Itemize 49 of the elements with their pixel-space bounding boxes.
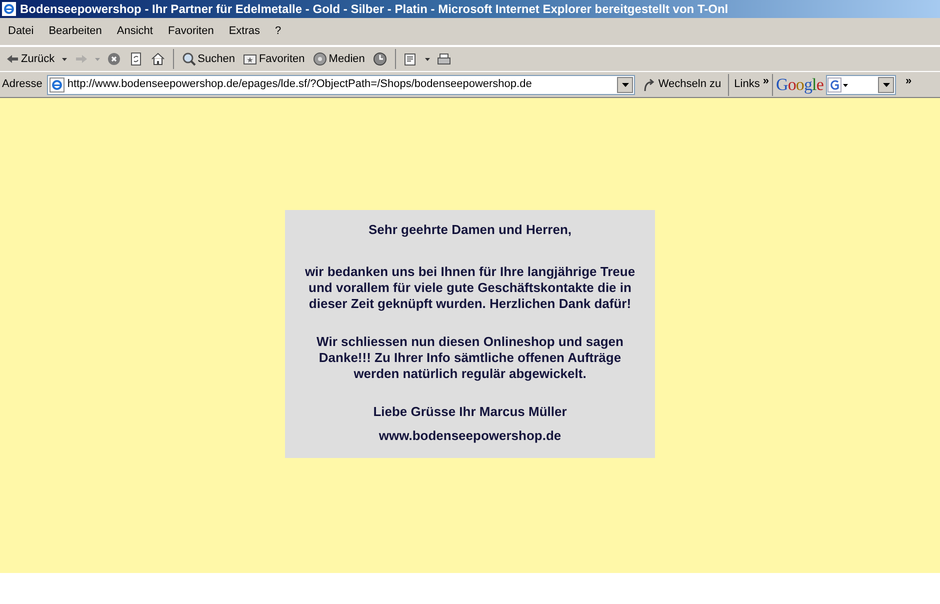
caret-icon — [882, 82, 890, 86]
printer-icon — [436, 52, 451, 66]
button-label: Favoriten — [258, 52, 305, 67]
address-field[interactable]: http://www.bodenseepowershop.de/epages/lde.sf/?ObjectPath=/Shops/bodenseepowershop.de — [47, 74, 636, 94]
browser-icon — [2, 2, 16, 16]
message-paragraph: Wir schliessen nun diesen Onlineshop und sagen Danke!!! Zu Ihrer Info sämtliche offenen Aufträge werden natürlich regulär abgewickelt. — [316, 334, 624, 382]
refresh-icon — [128, 52, 143, 66]
signature-text: Liebe Grüsse Ihr Marcus Müller — [373, 404, 567, 420]
greeting-text: Sehr geehrte Damen und Herren, — [368, 222, 572, 238]
button-label: Medien — [328, 52, 365, 67]
page-icon — [49, 76, 66, 92]
curved-arrow-icon — [642, 78, 656, 92]
dropdown-caret-icon[interactable] — [60, 58, 69, 60]
menu-item[interactable]: Favoriten — [162, 23, 220, 40]
disc-icon — [312, 52, 327, 66]
button-label: Zurück — [21, 52, 55, 67]
search-field[interactable] — [826, 74, 896, 94]
home-icon — [150, 52, 165, 66]
back-arrow-icon — [5, 52, 19, 66]
search-button[interactable]: Suchen — [178, 48, 238, 70]
document-icon — [404, 52, 418, 66]
message-paragraph: wir bedanken uns bei Ihnen für Ihre langjährige Treue und vorallem für viele gute Geschäftskontakte die in dieser Zeit geknüpft wurden. Herzlichen Dank dafür! — [304, 264, 636, 312]
clock-icon — [372, 52, 387, 66]
window-title: Bodenseepowershop - Ihr Partner für Edelmetalle - Gold - Silber - Platin - Microsoft Internet Explorer bereitgestellt von T-Onl — [20, 1, 728, 18]
dropdown-caret-icon[interactable] — [422, 58, 432, 60]
menu-item[interactable]: ? — [269, 23, 288, 40]
button-label: Suchen — [198, 52, 235, 67]
menu-item[interactable]: Datei — [2, 23, 40, 40]
more-button[interactable]: » — [905, 73, 912, 90]
disc-button[interactable]: Medien — [310, 48, 368, 70]
stop-icon — [106, 52, 121, 66]
menu-item[interactable]: Ansicht — [110, 23, 159, 40]
google-logo: Google — [776, 76, 824, 93]
dropdown-button[interactable] — [878, 76, 894, 92]
go-button[interactable]: Wechseln zu — [638, 74, 726, 96]
forward-arrow-icon — [74, 52, 88, 66]
address-label: Adresse — [2, 77, 42, 92]
website-text: www.bodenseepowershop.de — [378, 428, 562, 444]
search-icon — [182, 52, 196, 66]
menu-item[interactable]: Bearbeiten — [42, 23, 108, 40]
menu-item[interactable]: Extras — [222, 23, 266, 40]
more-button[interactable]: » — [762, 73, 769, 90]
star-folder-button[interactable]: Favoriten — [240, 48, 308, 70]
caret-icon — [622, 82, 629, 86]
dropdown-button[interactable] — [617, 76, 634, 92]
links-button[interactable]: Links — [734, 76, 760, 93]
back-arrow-button[interactable]: Zurück — [2, 48, 58, 70]
star-folder-icon — [242, 52, 257, 66]
google-menu-icon[interactable] — [827, 76, 850, 92]
